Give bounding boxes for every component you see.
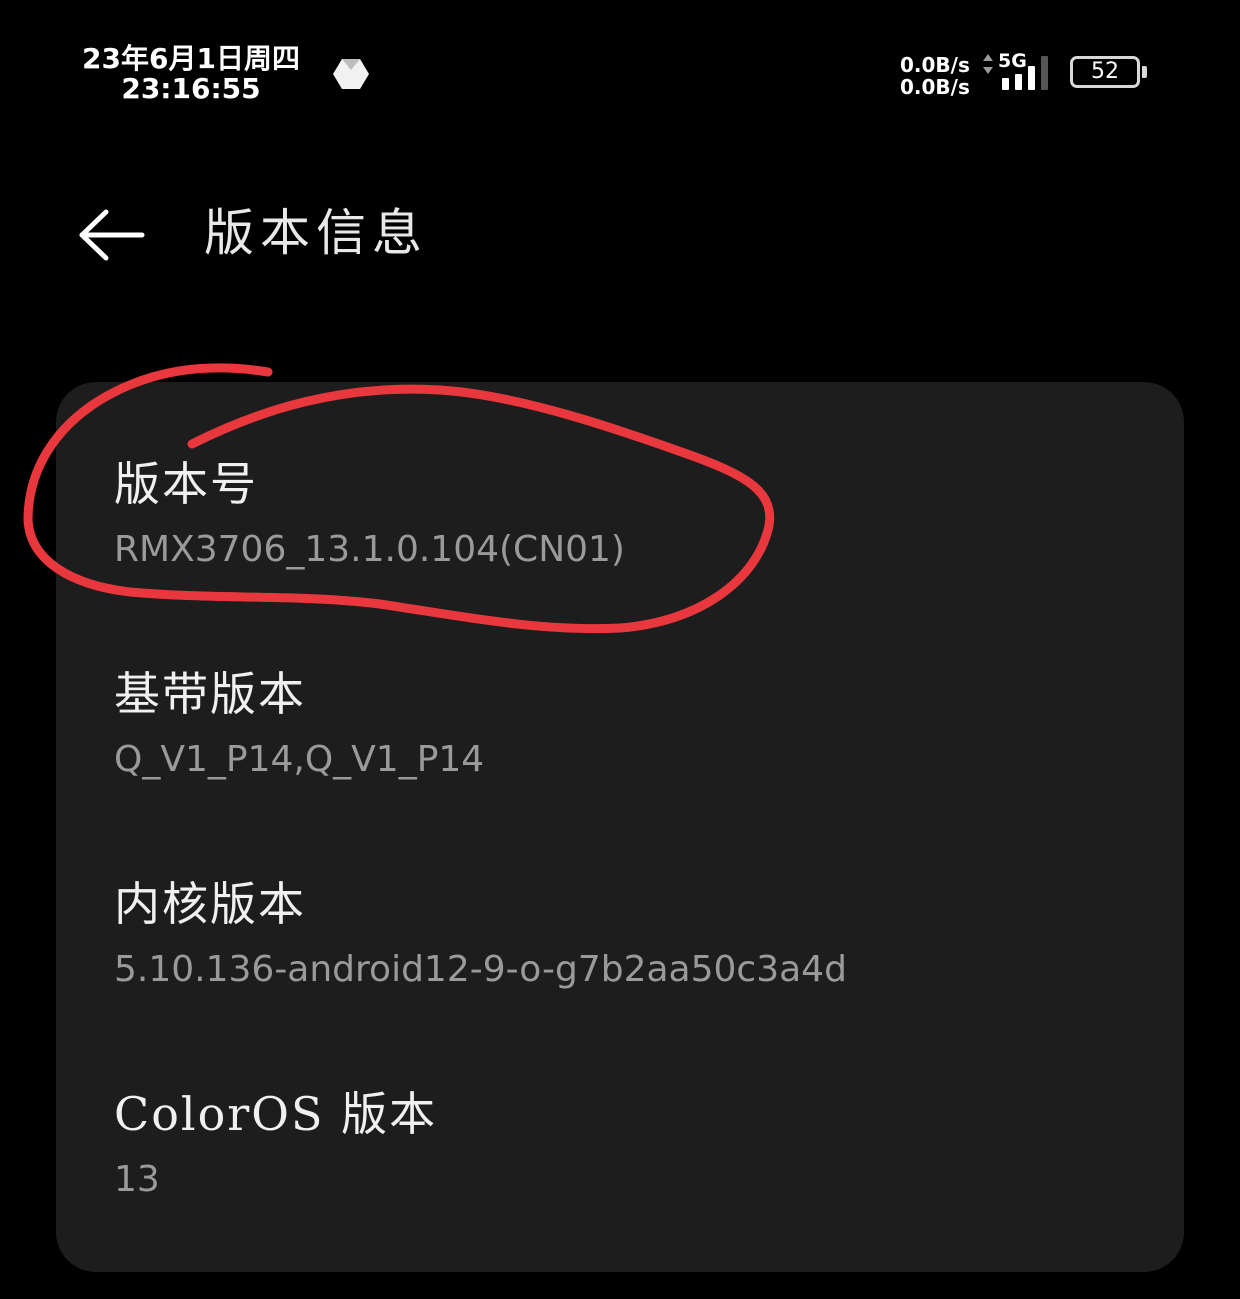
build-number-value: RMX3706_13.1.0.104(CN01) xyxy=(114,529,625,570)
kernel-version-item[interactable]: 内核版本 5.10.136-android12-9-o-g7b2aa50c3a4… xyxy=(114,874,1124,1054)
status-bar: 23年6月1日周四 23:16:55 0.0B/s 0.0B/s 5G 52 xyxy=(0,0,1240,120)
battery-cap xyxy=(1142,66,1147,78)
kernel-version-label: 内核版本 xyxy=(114,877,306,931)
data-arrows-icon xyxy=(983,54,993,74)
back-button[interactable] xyxy=(72,200,152,270)
coloros-version-value: 13 xyxy=(114,1159,160,1200)
baseband-version-label: 基带版本 xyxy=(114,667,306,721)
network-speed-down: 0.0B/s xyxy=(900,75,970,99)
battery-level: 52 xyxy=(1070,56,1140,88)
coloros-version-label: ColorOS 版本 xyxy=(114,1087,438,1141)
hexagon-app-icon xyxy=(333,59,369,89)
cellular-signal-icon: 5G xyxy=(980,50,1056,94)
baseband-version-item[interactable]: 基带版本 Q_V1_P14,Q_V1_P14 xyxy=(114,664,1124,844)
arrow-left-icon xyxy=(79,209,145,261)
page-title: 版本信息 xyxy=(204,204,428,262)
status-clock: 23年6月1日周四 23:16:55 xyxy=(76,44,306,104)
network-speed: 0.0B/s 0.0B/s xyxy=(900,54,970,98)
status-time: 23:16:55 xyxy=(121,72,261,105)
status-date: 23年6月1日周四 xyxy=(82,42,300,75)
signal-bars-icon xyxy=(1002,56,1048,90)
build-number-label: 版本号 xyxy=(114,457,258,511)
battery-icon: 52 xyxy=(1070,56,1150,92)
kernel-version-value: 5.10.136-android12-9-o-g7b2aa50c3a4d xyxy=(114,949,847,990)
coloros-version-item[interactable]: ColorOS 版本 13 xyxy=(114,1084,1124,1264)
baseband-version-value: Q_V1_P14,Q_V1_P14 xyxy=(114,739,485,780)
network-speed-up: 0.0B/s xyxy=(900,53,970,77)
version-info-card: 版本号 RMX3706_13.1.0.104(CN01) 基带版本 Q_V1_P… xyxy=(56,382,1184,1272)
build-number-item[interactable]: 版本号 RMX3706_13.1.0.104(CN01) xyxy=(114,454,1124,634)
